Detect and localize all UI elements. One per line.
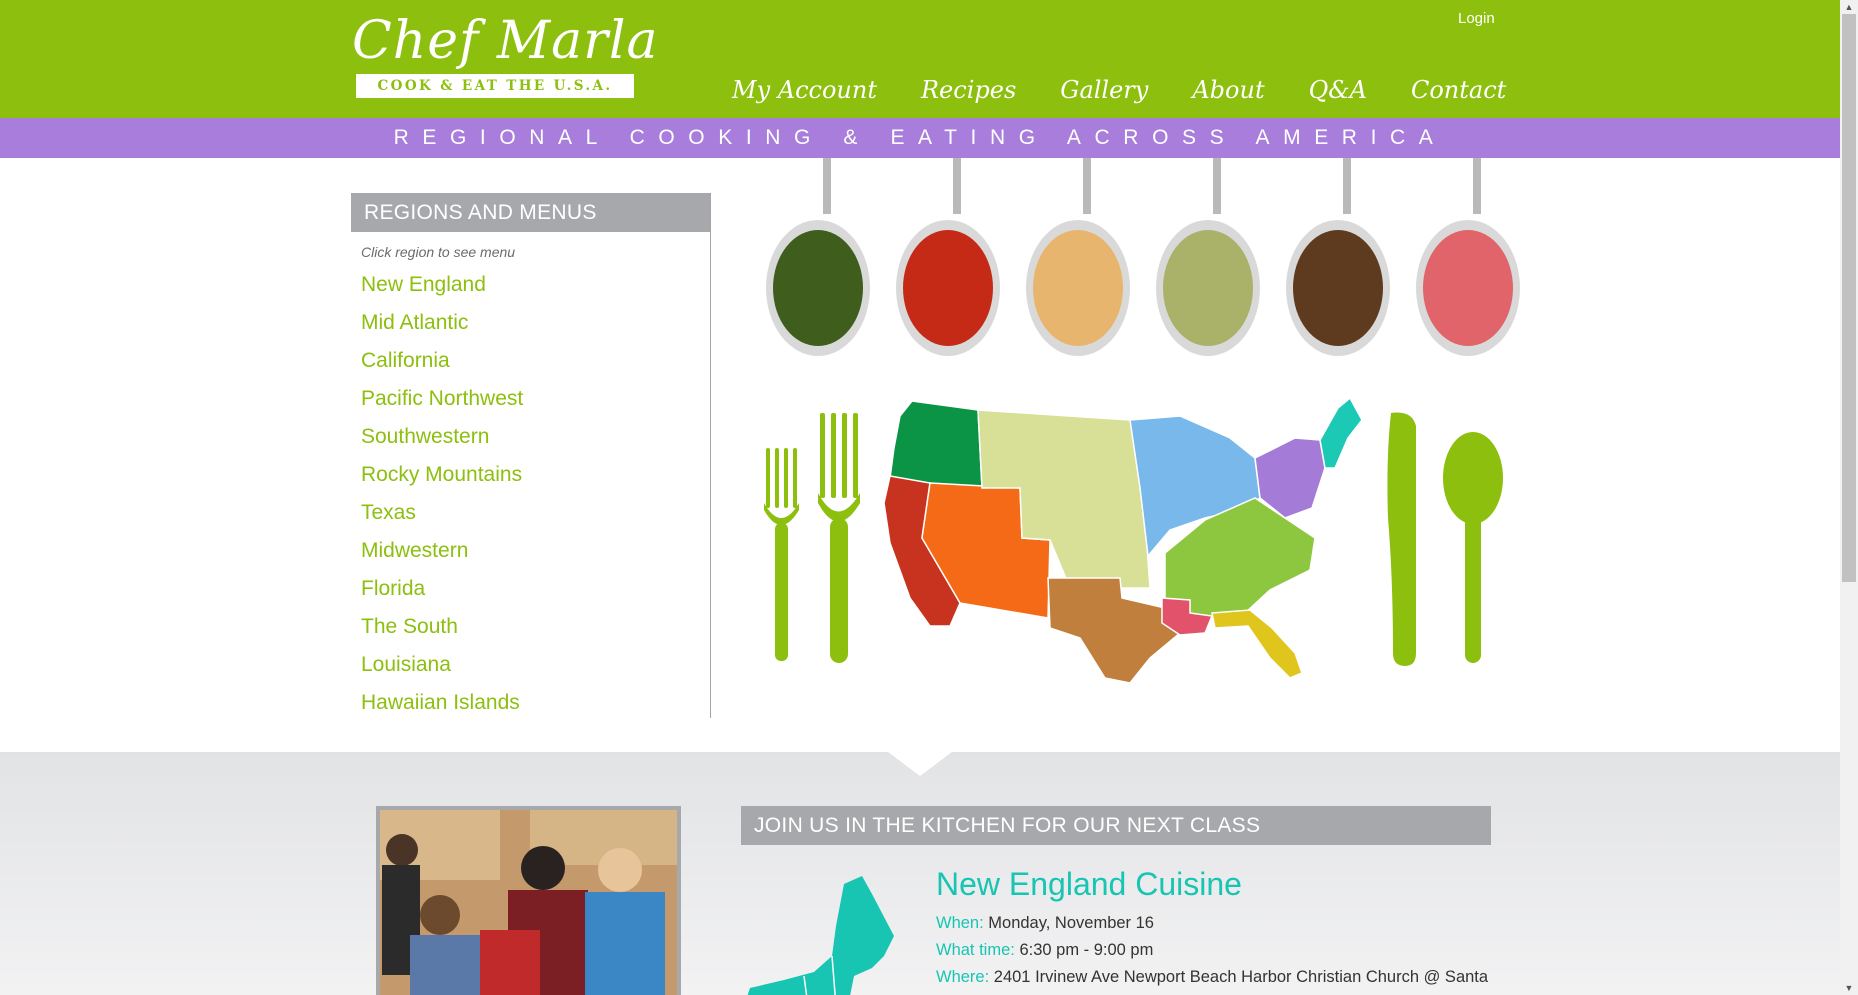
fork-small-icon — [764, 448, 799, 661]
page: Chef Marla COOK & EAT THE U.S.A. Login M… — [0, 0, 1840, 995]
class-when: When: Monday, November 16 — [936, 914, 1154, 933]
usa-region-map — [883, 396, 1363, 684]
knife-icon — [1387, 412, 1416, 666]
region-link-pacific-northwest[interactable]: Pacific Northwest — [361, 387, 523, 410]
class-photo — [376, 806, 681, 995]
spice-spoon — [1286, 158, 1390, 356]
site-header: Chef Marla COOK & EAT THE U.S.A. Login M… — [0, 0, 1840, 118]
spice-mound — [773, 230, 863, 346]
chef-marla-logo[interactable]: Chef Marla COOK & EAT THE U.S.A. — [352, 12, 658, 100]
region-item: Texas — [351, 494, 710, 532]
next-class-heading: JOIN US IN THE KITCHEN FOR OUR NEXT CLAS… — [741, 806, 1491, 845]
map-new-england[interactable] — [1319, 396, 1363, 469]
nav-about[interactable]: About — [1192, 72, 1264, 108]
next-class-section — [0, 752, 1840, 995]
class-when-label: When: — [936, 914, 984, 932]
site-tagline: REGIONAL COOKING & EATING ACROSS AMERICA — [0, 118, 1840, 158]
class-where-label: Where: — [936, 968, 990, 986]
fork-large-icon — [818, 413, 860, 663]
region-link-rocky-mountains[interactable]: Rocky Mountains — [361, 463, 522, 486]
region-item: Southwestern — [351, 418, 710, 456]
spice-spoon — [1026, 158, 1130, 356]
spice-spoon — [1156, 158, 1260, 356]
region-item: Rocky Mountains — [351, 456, 710, 494]
class-title: New England Cuisine — [936, 866, 1242, 902]
spice-spoon — [896, 158, 1000, 356]
class-time-value: 6:30 pm - 9:00 pm — [1019, 941, 1154, 959]
region-list: New England Mid Atlantic California Paci… — [351, 266, 710, 722]
spice-mound — [903, 230, 993, 346]
region-link-midwestern[interactable]: Midwestern — [361, 539, 468, 562]
region-item: Midwestern — [351, 532, 710, 570]
nav-recipes[interactable]: Recipes — [921, 72, 1016, 108]
region-item: New England — [351, 266, 710, 304]
region-item: Louisiana — [351, 646, 710, 684]
region-link-louisiana[interactable]: Louisiana — [361, 653, 451, 676]
class-where-value: 2401 Irvinew Ave Newport Beach Harbor Ch… — [993, 968, 1489, 986]
class-when-value: Monday, November 16 — [988, 914, 1154, 932]
region-item: Mid Atlantic — [351, 304, 710, 342]
spice-mound — [1423, 230, 1513, 346]
map-texas[interactable] — [1047, 577, 1181, 684]
region-item: The South — [351, 608, 710, 646]
region-item: Florida — [351, 570, 710, 608]
region-item: California — [351, 342, 710, 380]
scroll-down-arrow-icon[interactable]: ▼ — [1844, 983, 1854, 993]
section-pointer — [888, 752, 952, 776]
class-time-label: What time: — [936, 941, 1015, 959]
spoon-icon — [1443, 432, 1503, 663]
region-item: Pacific Northwest — [351, 380, 710, 418]
region-link-florida[interactable]: Florida — [361, 577, 425, 600]
spice-spoons — [766, 158, 1520, 356]
nav-gallery[interactable]: Gallery — [1060, 72, 1148, 108]
nav-qa[interactable]: Q&A — [1309, 72, 1367, 108]
scroll-up-arrow-icon[interactable]: ▲ — [1844, 2, 1854, 12]
region-item: Hawaiian Islands — [351, 684, 710, 722]
nav-my-account[interactable]: My Account — [732, 72, 877, 108]
region-link-hawaiian-islands[interactable]: Hawaiian Islands — [361, 691, 520, 714]
region-link-mid-atlantic[interactable]: Mid Atlantic — [361, 311, 468, 334]
login-link[interactable]: Login — [1458, 10, 1495, 27]
spice-mound — [1293, 230, 1383, 346]
main-nav: My Account Recipes Gallery About Q&A Con… — [732, 72, 1550, 108]
class-time: What time: 6:30 pm - 9:00 pm — [936, 941, 1153, 960]
spice-mound — [1163, 230, 1253, 346]
map-pacific-northwest[interactable] — [889, 400, 983, 489]
class-where: Where: 2401 Irvinew Ave Newport Beach Ha… — [936, 968, 1488, 987]
new-england-map — [747, 876, 894, 995]
hero-illustration — [764, 158, 1520, 684]
logo-tagline: COOK & EAT THE U.S.A. — [356, 74, 634, 98]
region-link-california[interactable]: California — [361, 349, 450, 372]
spice-mound — [1033, 230, 1123, 346]
spice-spoon — [1416, 158, 1520, 356]
kitchen-photo-illustration — [380, 810, 677, 995]
region-link-southwestern[interactable]: Southwestern — [361, 425, 489, 448]
logo-wordmark: Chef Marla — [352, 11, 659, 71]
region-link-new-england[interactable]: New England — [361, 273, 486, 296]
map-florida[interactable] — [1211, 609, 1303, 679]
spice-spoon — [766, 158, 870, 356]
region-link-texas[interactable]: Texas — [361, 501, 416, 524]
scrollbar-thumb[interactable] — [1842, 14, 1856, 582]
regions-heading: REGIONS AND MENUS — [351, 193, 710, 232]
nav-contact[interactable]: Contact — [1411, 72, 1506, 108]
region-link-the-south[interactable]: The South — [361, 615, 458, 638]
regions-panel: REGIONS AND MENUS Click region to see me… — [351, 193, 711, 718]
regions-hint: Click region to see menu — [361, 244, 516, 260]
